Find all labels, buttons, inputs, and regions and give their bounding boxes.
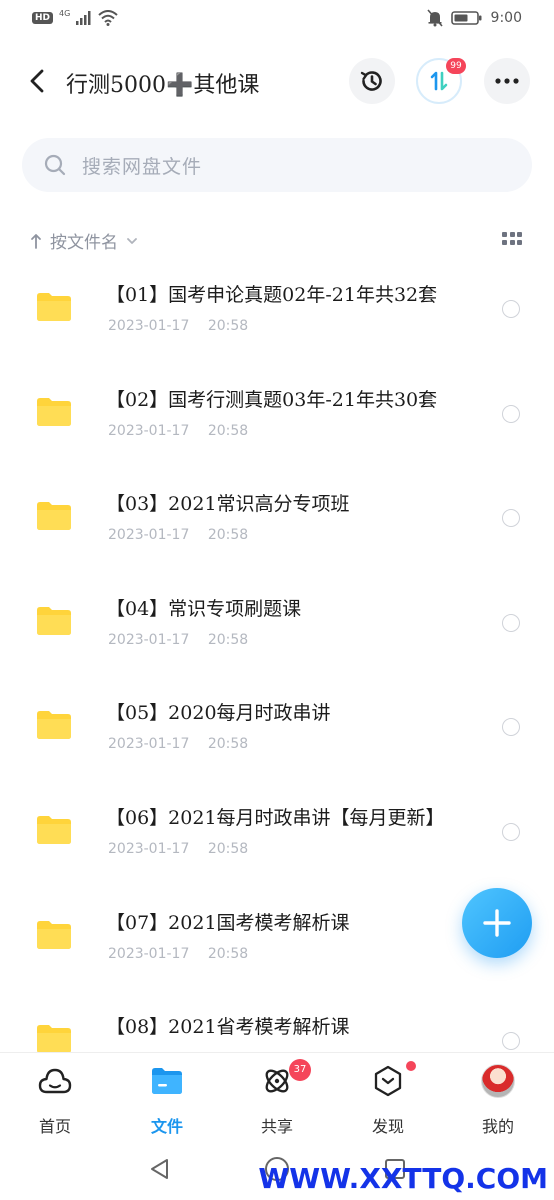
grid-view-icon[interactable] [502, 232, 522, 246]
battery-icon [450, 11, 482, 25]
status-right: 9:00 [426, 9, 522, 27]
nav-item-share[interactable]: 37 共享 [237, 1059, 317, 1143]
nav-label: 共享 [260, 1117, 293, 1136]
select-checkbox[interactable] [502, 1032, 520, 1051]
nav-item-home[interactable]: 首页 [15, 1063, 95, 1143]
folder-icon [37, 606, 71, 635]
folder-icon [37, 293, 71, 321]
back-button[interactable] [22, 64, 52, 98]
system-nav: WWW.XXTTQ.COM [0, 1144, 554, 1200]
file-date: 2023-01-17 20:58 [108, 631, 249, 648]
file-row[interactable]: 【03】2021常识高分专项班 2023-01-17 20:58 [0, 471, 554, 576]
file-row[interactable]: 【02】国考行测真题03年-21年共30套 2023-01-17 20:58 [0, 367, 554, 472]
status-bar: HD 4G 9:00 [0, 0, 554, 40]
triangle-back-icon [151, 1159, 168, 1179]
file-date: 2023-01-17 20:58 [108, 840, 249, 857]
nav-label: 文件 [150, 1117, 183, 1136]
select-checkbox[interactable] [502, 404, 520, 423]
signal-icon [76, 11, 91, 25]
watermark-text: WWW.XXTTQ.COM [258, 1162, 548, 1195]
bell-muted-icon [426, 9, 443, 27]
file-row[interactable]: 【05】2020每月时政串讲 2023-01-17 20:58 [0, 680, 554, 785]
file-name: 【05】2020每月时政串讲 [106, 702, 331, 725]
folder-icon [37, 397, 71, 426]
nav-item-discover[interactable]: 发现 [348, 1061, 428, 1143]
file-date: 2023-01-17 20:58 [108, 527, 249, 544]
hd-badge: HD [32, 12, 54, 24]
file-date: 2023-01-17 20:58 [108, 422, 249, 439]
network-label: 4G [59, 8, 71, 18]
file-date: 2023-01-17 20:58 [108, 318, 249, 334]
discover-cube-icon [374, 1065, 402, 1097]
add-button[interactable] [462, 888, 532, 958]
more-dots-icon [495, 78, 519, 84]
select-checkbox[interactable] [502, 718, 520, 737]
discover-dot [406, 1061, 416, 1071]
file-date: 2023-01-17 20:58 [108, 945, 249, 962]
file-name: 【03】2021常识高分专项班 [106, 493, 350, 516]
file-date: 2023-01-17 20:58 [108, 736, 249, 753]
sort-arrow-up-icon [31, 233, 41, 249]
select-checkbox[interactable] [502, 300, 520, 318]
file-row[interactable]: 【08】2021省考模考解析课 [0, 994, 554, 1052]
file-name: 【07】2021国考模考解析课 [106, 911, 350, 934]
file-row[interactable]: 【04】常识专项刷题课 2023-01-17 20:58 [0, 576, 554, 681]
folder-icon [37, 711, 71, 740]
nav-label: 我的 [481, 1117, 514, 1136]
nav-item-mine[interactable]: 我的 [458, 1063, 538, 1143]
transfer-button[interactable]: 99 [416, 58, 466, 104]
file-row[interactable]: 【06】2021每月时政串讲【每月更新】 2023-01-17 20:58 [0, 785, 554, 890]
folder-icon [37, 502, 71, 531]
file-name: 【08】2021省考模考解析课 [106, 1016, 350, 1039]
file-row[interactable]: 【01】国考申论真题02年-21年共32套 2023-01-17 20:58 [0, 262, 554, 367]
bottom-nav: 首页 文件 37 共享 发现 我的 [0, 1052, 554, 1144]
nav-item-files[interactable]: 文件 [127, 1063, 207, 1143]
folder-icon [37, 815, 71, 844]
history-clock-icon [360, 71, 382, 91]
share-badge: 37 [289, 1059, 311, 1081]
folder-icon [37, 920, 71, 949]
file-name: 【06】2021每月时政串讲【每月更新】 [106, 806, 445, 829]
nav-label: 发现 [371, 1117, 404, 1136]
sort-button[interactable]: 按文件名 [30, 228, 138, 253]
select-checkbox[interactable] [502, 822, 520, 841]
history-button[interactable] [349, 58, 395, 104]
header: 行测5000➕其他课 99 [0, 54, 554, 108]
chevron-down-icon [127, 237, 137, 244]
search-placeholder: 搜索网盘文件 [82, 155, 203, 178]
avatar [481, 1064, 515, 1098]
file-name: 【04】常识专项刷题课 [106, 597, 302, 620]
file-name: 【01】国考申论真题02年-21年共32套 [106, 284, 438, 306]
back-arrow-icon [30, 69, 44, 93]
file-name: 【02】国考行测真题03年-21年共30套 [106, 388, 438, 411]
wifi-icon [98, 10, 118, 26]
nav-label: 首页 [38, 1117, 71, 1136]
home-cloud-icon [38, 1068, 72, 1094]
select-checkbox[interactable] [502, 509, 520, 528]
status-left: HD 4G [32, 8, 118, 26]
plus-icon [483, 909, 511, 937]
sort-row: 按文件名 [0, 226, 554, 256]
more-button[interactable] [484, 58, 530, 104]
status-time: 9:00 [490, 10, 522, 26]
sort-label: 按文件名 [50, 233, 118, 253]
folder-icon [152, 1068, 182, 1094]
folder-icon [37, 1025, 71, 1052]
search-input[interactable]: 搜索网盘文件 [22, 138, 532, 192]
transfer-arrows-icon [430, 71, 448, 91]
search-icon [44, 154, 66, 176]
select-checkbox[interactable] [502, 613, 520, 632]
page-title: 行测5000➕其他课 [66, 73, 260, 98]
system-back-button[interactable] [144, 1154, 174, 1184]
transfer-badge: 99 [446, 58, 466, 74]
